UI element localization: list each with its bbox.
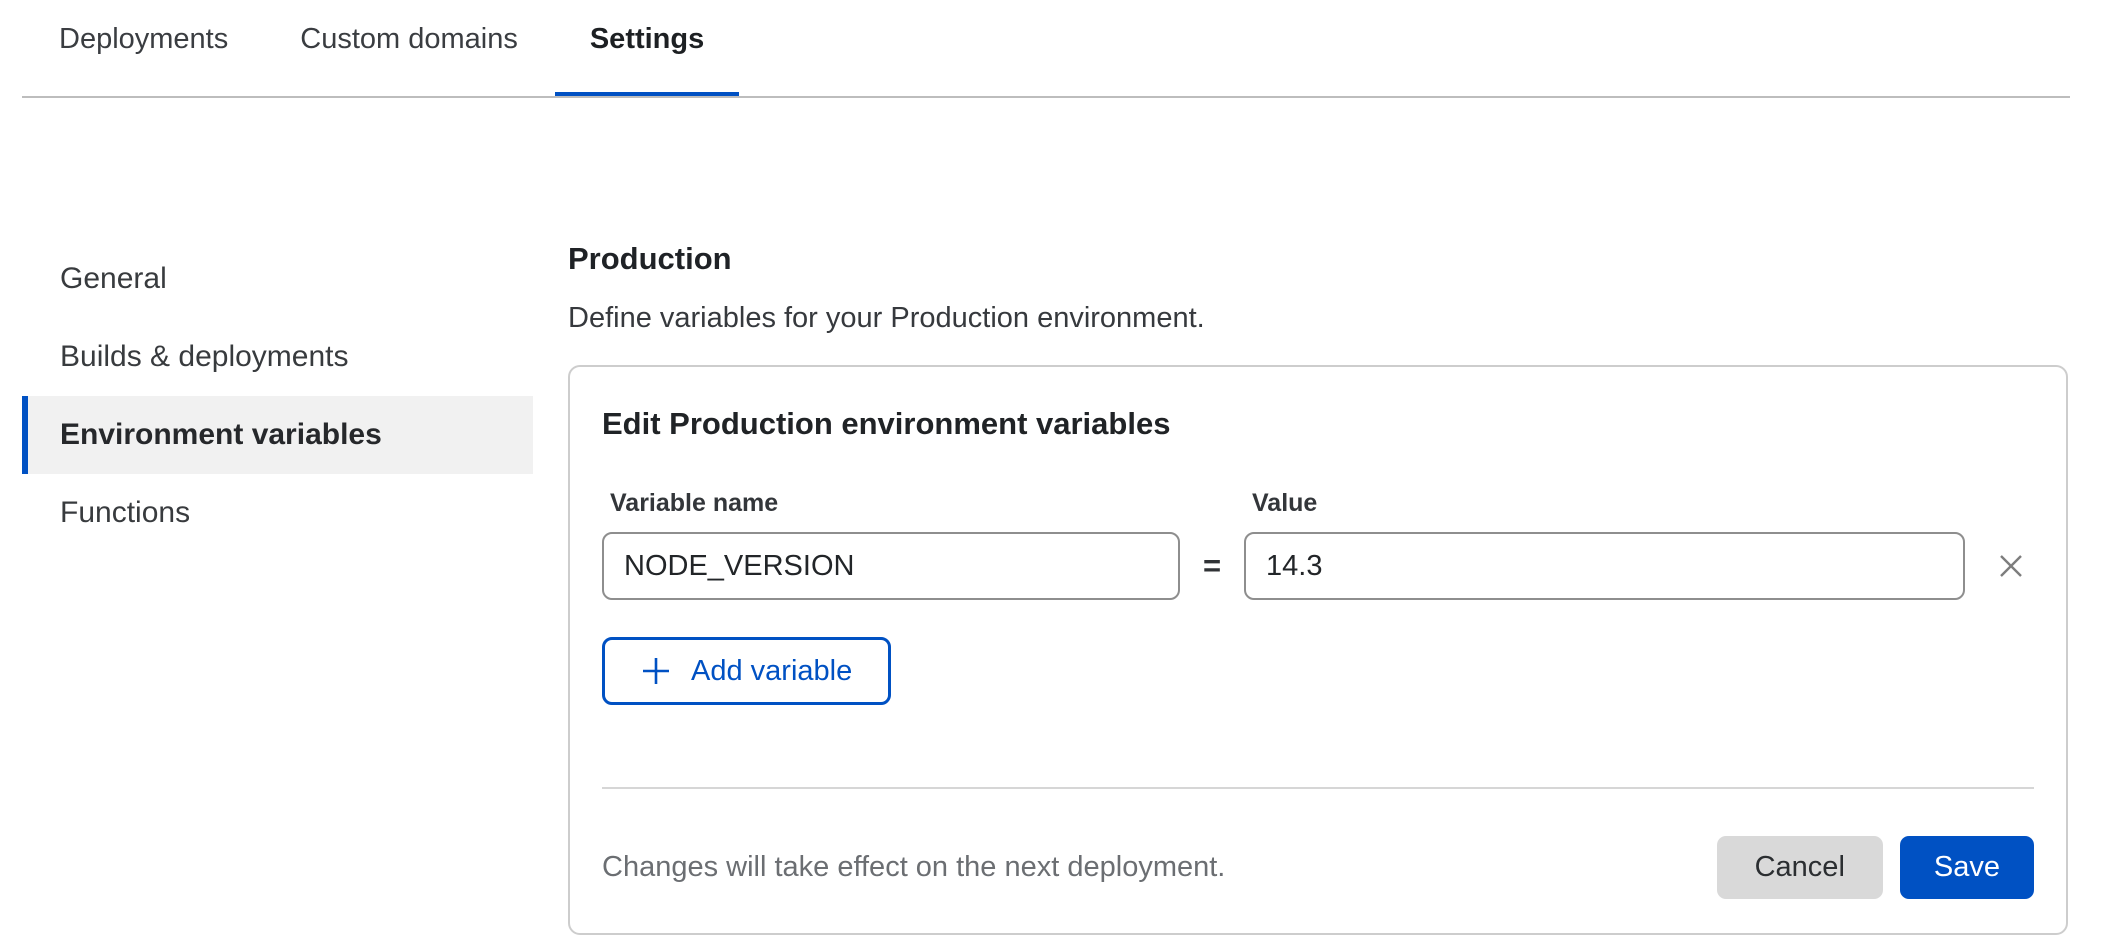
footer-note: Changes will take effect on the next dep… (602, 851, 1225, 884)
remove-variable-button[interactable] (1990, 545, 2032, 587)
variable-name-input[interactable] (602, 532, 1180, 600)
tab-list: Deployments Custom domains Settings (0, 0, 2121, 93)
content: General Builds & deployments Environment… (0, 98, 2121, 935)
tab-bar: Deployments Custom domains Settings (0, 0, 2121, 98)
page-description: Define variables for your Production env… (568, 301, 2068, 336)
add-variable-button[interactable]: Add variable (602, 637, 891, 705)
cancel-button[interactable]: Cancel (1717, 836, 1883, 899)
page-title: Production (568, 240, 2068, 277)
plus-icon (641, 656, 671, 686)
main-panel: Production Define variables for your Pro… (568, 98, 2068, 935)
variable-row: = (602, 532, 2034, 600)
sidebar-item-functions[interactable]: Functions (22, 474, 533, 552)
environment-variables-card: Edit Production environment variables Va… (568, 365, 2068, 935)
tab-deployments[interactable]: Deployments (59, 22, 228, 93)
add-variable-label: Add variable (691, 655, 852, 688)
tab-bar-divider (22, 96, 2070, 98)
sidebar-item-general[interactable]: General (22, 240, 533, 318)
save-button[interactable]: Save (1900, 836, 2034, 899)
tab-settings[interactable]: Settings (590, 22, 704, 93)
footer-actions: Cancel Save (1717, 836, 2034, 899)
card-title: Edit Production environment variables (602, 405, 2034, 442)
variable-value-input[interactable] (1244, 532, 1965, 600)
sidebar-item-environment-variables[interactable]: Environment variables (22, 396, 533, 474)
sidebar-item-builds-deployments[interactable]: Builds & deployments (22, 318, 533, 396)
value-label: Value (1244, 488, 1965, 518)
field-labels-row: Variable name Value (602, 488, 2034, 518)
card-footer: Changes will take effect on the next dep… (602, 836, 2034, 899)
tab-custom-domains[interactable]: Custom domains (300, 22, 518, 93)
card-divider (602, 787, 2034, 789)
page: Deployments Custom domains Settings Gene… (0, 0, 2121, 935)
settings-sidebar: General Builds & deployments Environment… (0, 98, 533, 935)
equals-sign: = (1180, 548, 1244, 584)
close-icon (1996, 569, 2026, 584)
variable-name-label: Variable name (602, 488, 1180, 518)
